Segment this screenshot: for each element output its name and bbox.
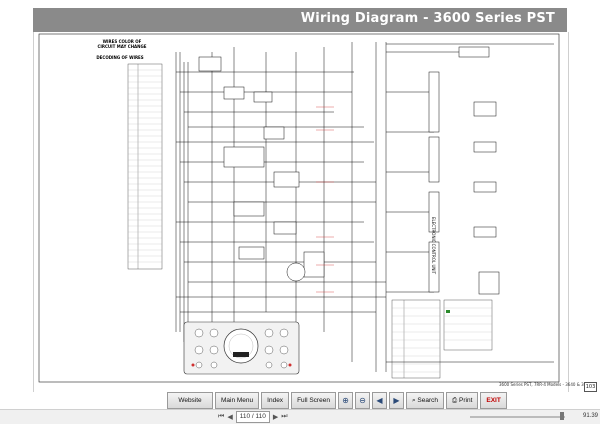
page-navigator: ⏮ ◀ 110 / 110 ▶ ⏭ [218,411,288,423]
zoom-level: 91.39 [583,413,599,419]
viewer-toolbar: Website Main Menu Index Full Screen ⊕ ⊖ … [167,392,507,409]
next-page-icon[interactable]: ▶ [273,413,278,421]
connector-table [391,299,493,379]
print-button[interactable]: ⎙ Print [446,392,479,409]
right-components [458,46,500,295]
first-page-icon[interactable]: ⏮ [218,413,224,421]
website-button[interactable]: Website [167,392,213,409]
back-icon[interactable]: ◀ [371,392,387,409]
search-label: Search [417,397,438,404]
status-bar: ⏮ ◀ 110 / 110 ▶ ⏭ 91.39 [0,409,600,424]
search-button[interactable]: ⌕ Search [405,392,444,409]
instrument-cluster [183,321,300,375]
legend-title-3: DECODING OF WIRES [96,55,143,60]
diagram-caption: 3600 Series PST, 7RR-4 Models - 3640 & 3… [499,382,592,387]
legend-title-2: CIRCUIT MAY CHANGE [97,44,146,49]
ecu-label: ELECTRONIC CONTROL UNIT [431,217,436,275]
print-label: Print [459,397,473,404]
zoom-out-icon[interactable]: ⊖ [354,392,370,409]
wire-color-legend: WIRES COLOR OF CIRCUIT MAY CHANGE DECODI… [96,39,163,270]
main-menu-button[interactable]: Main Menu [215,392,260,409]
index-button[interactable]: Index [261,392,290,409]
zoom-in-icon[interactable]: ⊕ [337,392,353,409]
print-icon: ⎙ [452,397,458,404]
zoom-slider-knob[interactable] [560,412,564,420]
wiring-diagram: WIRES COLOR OF CIRCUIT MAY CHANGE DECODI… [38,33,560,383]
search-icon: ⌕ [411,397,416,404]
zoom-slider[interactable] [470,416,565,418]
forward-icon[interactable]: ▶ [388,392,404,409]
last-page-icon[interactable]: ⏭ [281,413,287,421]
full-screen-button[interactable]: Full Screen [291,392,336,409]
wiring-diagram-page: WIRES COLOR OF CIRCUIT MAY CHANGE DECODI… [33,32,591,392]
page-title: Wiring Diagram - 3600 Series PST [300,11,555,26]
title-bar: Wiring Diagram - 3600 Series PST [33,8,567,32]
prev-page-icon[interactable]: ◀ [227,413,232,421]
document-viewer: Wiring Diagram - 3600 Series PST WIRES C… [0,0,600,424]
page-indicator[interactable]: 110 / 110 [235,411,270,423]
page-number-badge: 103 [584,382,597,392]
exit-button[interactable]: EXIT [480,392,507,409]
